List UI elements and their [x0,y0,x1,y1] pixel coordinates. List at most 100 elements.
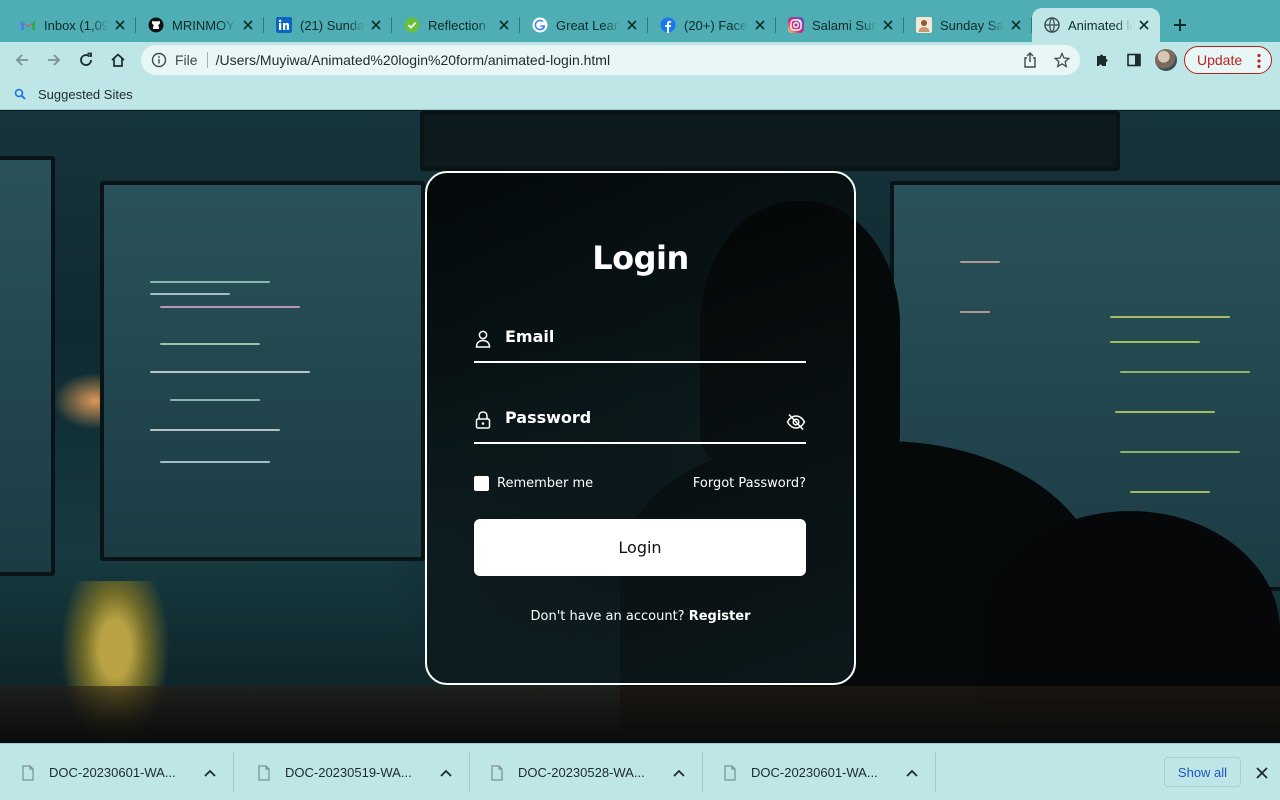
more-vertical-icon [1257,53,1261,69]
bookmark-suggested-sites[interactable]: Suggested Sites [12,84,133,104]
tab-sunday-salami[interactable]: Sunday Sa [904,8,1032,42]
forward-button[interactable] [40,46,68,74]
chevron-up-icon[interactable] [202,765,218,781]
tab-title: Sunday Sa [940,17,1004,33]
tab-animated-login[interactable]: Animated lo [1032,8,1160,42]
close-icon[interactable] [496,17,512,33]
email-field[interactable]: Email [474,325,806,363]
tab-title: Reflection [428,17,486,33]
download-separator [935,752,936,792]
address-divider [206,52,208,68]
arrow-left-icon [15,54,28,66]
facebook-icon [660,17,676,33]
close-icon[interactable] [752,17,768,33]
code-line [1120,371,1250,373]
tab-gmail[interactable]: Inbox (1,09 [8,8,136,42]
profile-photo-icon [916,17,932,33]
login-button[interactable]: Login [474,519,806,576]
register-link[interactable]: Register [689,609,751,624]
side-panel-icon [1127,53,1141,67]
code-line [1115,411,1215,413]
tab-instagram[interactable]: Salami Sun [776,8,904,42]
close-icon[interactable] [240,17,256,33]
code-line [1110,341,1200,343]
code-line [1130,491,1210,493]
update-button[interactable]: Update [1184,46,1272,74]
profile-avatar[interactable] [1155,49,1177,71]
download-item[interactable]: DOC-20230601-WA... [0,744,234,800]
code-line [150,371,310,373]
download-separator [233,752,234,792]
back-button[interactable] [8,46,36,74]
desk [0,686,1280,743]
linkedin-icon [276,17,292,33]
side-panel-button[interactable] [1120,46,1148,74]
tab-title: Great Learn [556,17,620,33]
bookmark-star-icon[interactable] [1052,50,1072,70]
chevron-up-icon[interactable] [671,765,687,781]
code-line [160,343,260,345]
show-all-button[interactable]: Show all [1164,757,1241,787]
password-field[interactable]: Password [474,406,806,444]
code-line [960,261,1000,263]
file-icon [22,764,34,781]
download-name: DOC-20230519-WA... [285,765,412,780]
puzzle-icon [1097,54,1108,66]
tab-strip: Inbox (1,09 MRINMOY (21) Sunda Reflectio… [0,0,1280,42]
tab-linkedin[interactable]: (21) Sunda [264,8,392,42]
tab-title: Inbox (1,09 [44,17,108,33]
scheme-label: File [175,52,198,68]
tab-title: (20+) Face [684,17,748,33]
extensions-button[interactable] [1088,46,1116,74]
file-icon [724,764,736,781]
url-text[interactable]: /Users/Muyiwa/Animated%20login%20form/an… [216,52,611,68]
bookmarks-bar: Suggested Sites [0,78,1280,110]
eye-off-icon[interactable] [786,412,806,432]
new-tab-button[interactable] [1168,13,1192,37]
code-line [160,461,270,463]
register-prompt: Don't have an account? [530,609,685,624]
instagram-icon [788,17,804,33]
download-item[interactable]: DOC-20230601-WA... [702,744,936,800]
forgot-password-link[interactable]: Forgot Password? [693,476,806,491]
close-icon[interactable] [368,17,384,33]
tab-github[interactable]: MRINMOY [136,8,264,42]
download-name: DOC-20230601-WA... [49,765,176,780]
download-item[interactable]: DOC-20230528-WA... [469,744,703,800]
reload-button[interactable] [72,46,100,74]
code-line [150,281,270,283]
tab-facebook[interactable]: (20+) Face [648,8,776,42]
close-icon[interactable] [624,17,640,33]
github-icon [148,17,164,33]
globe-icon [1044,17,1060,33]
remember-checkbox[interactable] [474,476,489,491]
tab-title: Salami Sun [812,17,876,33]
download-item[interactable]: DOC-20230519-WA... [236,744,470,800]
close-icon[interactable] [1008,17,1024,33]
tab-great-learning[interactable]: Great Learn [520,8,648,42]
plus-icon [1174,19,1186,31]
file-icon [491,764,503,781]
tab-reflection[interactable]: Reflection [392,8,520,42]
code-line [150,293,230,295]
close-icon[interactable] [112,17,128,33]
browser-toolbar: File /Users/Muyiwa/Animated%20login%20fo… [0,42,1280,78]
remember-label: Remember me [497,476,594,491]
page-viewport: Login Email Password Remember me Forgot … [0,111,1280,743]
close-icon[interactable] [880,17,896,33]
user-icon [474,329,492,349]
home-button[interactable] [104,46,132,74]
arrow-right-icon [48,54,61,66]
share-icon[interactable] [1020,50,1040,70]
code-line [1110,316,1230,318]
file-icon [258,764,270,781]
home-icon [111,53,125,67]
address-bar[interactable]: File /Users/Muyiwa/Animated%20login%20fo… [141,45,1080,75]
close-icon[interactable] [1136,17,1152,33]
monitor-left-edge [0,156,55,576]
info-icon[interactable] [151,52,167,68]
remember-me[interactable]: Remember me [474,476,593,491]
chevron-up-icon[interactable] [438,765,454,781]
chevron-up-icon[interactable] [904,765,920,781]
close-icon[interactable] [1252,763,1272,783]
